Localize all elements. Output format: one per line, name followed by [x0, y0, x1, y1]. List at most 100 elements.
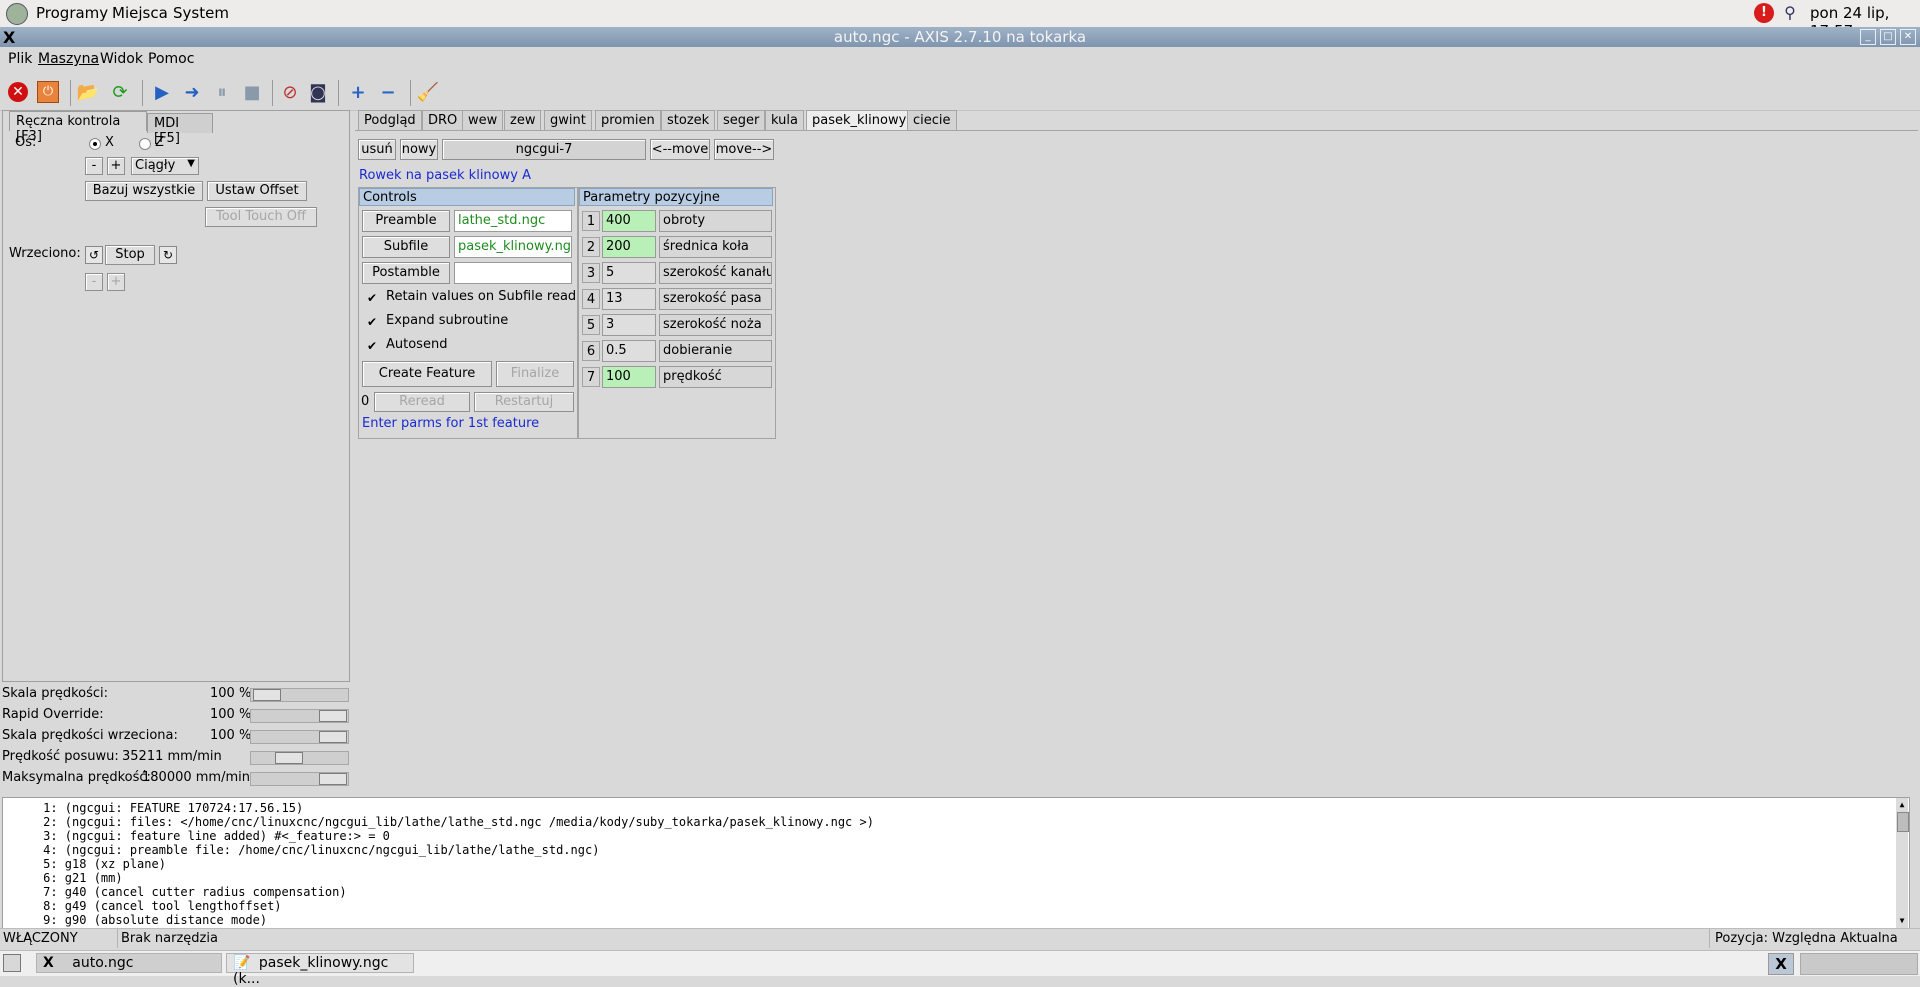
spindle-minus-button[interactable]: -	[85, 273, 103, 291]
reload-icon[interactable]: ⟳	[108, 80, 132, 104]
estop-icon[interactable]: ✕	[6, 80, 30, 104]
tab-kula[interactable]: kula	[765, 110, 804, 130]
expand-subroutine-checkbox[interactable]: ✔	[366, 316, 378, 328]
gcode-scroll-thumb[interactable]	[1897, 812, 1909, 832]
new-page-button[interactable]: nowy	[400, 139, 438, 160]
rapid-override-knob[interactable]	[319, 710, 347, 722]
gcode-line[interactable]: 9: g90 (absolute distance mode)	[7, 913, 267, 927]
tab-zew[interactable]: zew	[504, 110, 542, 130]
pause-icon[interactable]: ⏸	[210, 80, 234, 104]
minimize-icon[interactable]: _	[1860, 29, 1876, 45]
workspace-pager[interactable]	[1800, 953, 1918, 975]
gcode-listing[interactable]: 1: (ngcgui: FEATURE 170724:17.56.15) 2: …	[2, 797, 1910, 929]
menu-pomoc[interactable]: Pomoc	[148, 51, 194, 67]
menu-widok[interactable]: Widok	[100, 51, 143, 67]
maximize-icon[interactable]: □	[1880, 29, 1896, 45]
gcode-line[interactable]: 2: (ngcgui: files: </home/cnc/linuxcnc/n…	[7, 815, 874, 829]
set-offset-button[interactable]: Ustaw Offset	[207, 181, 307, 201]
param-value-input[interactable]: 100	[602, 366, 656, 388]
show-desktop-icon[interactable]	[3, 954, 21, 972]
gcode-line[interactable]: 4: (ngcgui: preamble file: /home/cnc/lin…	[7, 843, 599, 857]
network-icon[interactable]: ⚲	[1780, 3, 1800, 23]
param-value-input[interactable]: 3	[602, 314, 656, 336]
block-delete-icon[interactable]: ⊘	[278, 80, 302, 104]
spindle-override-slider[interactable]	[250, 730, 349, 744]
update-alert-icon[interactable]: !	[1754, 3, 1774, 23]
step-icon[interactable]: ➜	[180, 80, 204, 104]
postamble-input[interactable]	[454, 262, 572, 284]
preamble-input[interactable]: lathe_std.ngc	[454, 210, 572, 232]
close-icon[interactable]: ✕	[1900, 29, 1916, 45]
gcode-line[interactable]: 7: g40 (cancel cutter radius compensatio…	[7, 885, 346, 899]
retain-values-checkbox[interactable]: ✔	[366, 292, 378, 304]
home-all-button[interactable]: Bazuj wszystkie	[85, 181, 203, 201]
run-icon[interactable]: ▶	[150, 80, 174, 104]
zoom-in-icon[interactable]: +	[346, 80, 370, 104]
feed-override-slider[interactable]	[250, 688, 349, 702]
subfile-button[interactable]: Subfile	[362, 236, 450, 258]
subfile-input[interactable]: pasek_klinowy.ngc	[454, 236, 572, 258]
zoom-out-icon[interactable]: −	[376, 80, 400, 104]
tab-mdi[interactable]: MDI [F5]	[147, 113, 213, 146]
reread-button[interactable]: Reread	[374, 392, 470, 412]
open-file-icon[interactable]: 📂	[76, 80, 100, 104]
feed-override-knob[interactable]	[253, 689, 281, 701]
spindle-override-knob[interactable]	[319, 731, 347, 743]
jog-speed-slider[interactable]	[250, 751, 349, 765]
menu-maszyna[interactable]: Maszyna	[38, 51, 99, 67]
param-value-input[interactable]: 200	[602, 236, 656, 258]
gcode-line[interactable]: 8: g49 (cancel tool lengthoffset)	[7, 899, 281, 913]
remove-page-button[interactable]: usuń	[358, 139, 396, 160]
param-value-input[interactable]: 13	[602, 288, 656, 310]
gcode-line[interactable]: 5: g18 (xz plane)	[7, 857, 166, 871]
spindle-stop-button[interactable]: Stop	[105, 245, 155, 265]
clear-plot-icon[interactable]: 🧹	[416, 80, 440, 104]
max-velocity-knob[interactable]	[319, 773, 347, 785]
stop-icon[interactable]: ■	[240, 80, 264, 104]
param-value-input[interactable]: 0.5	[602, 340, 656, 362]
finalize-button[interactable]: Finalize	[496, 361, 574, 387]
spindle-plus-button[interactable]: +	[107, 273, 125, 291]
workspace-switcher-icon[interactable]: X	[1768, 953, 1794, 975]
window-titlebar[interactable]: X auto.ngc - AXIS 2.7.10 na tokarka _ □ …	[0, 27, 1920, 47]
preamble-button[interactable]: Preamble	[362, 210, 450, 232]
param-value-input[interactable]: 400	[602, 210, 656, 232]
param-value-input[interactable]: 5	[602, 262, 656, 284]
panel-menu-miejsca[interactable]: Miejsca	[112, 4, 168, 22]
scroll-up-icon[interactable]: ▲	[1897, 800, 1907, 809]
tab-gwint[interactable]: gwint	[544, 110, 592, 130]
optional-stop-icon[interactable]: ◙	[306, 80, 330, 104]
panel-menu-system[interactable]: System	[173, 4, 229, 22]
tab-stozek[interactable]: stozek	[661, 110, 716, 130]
spindle-cw-icon[interactable]: ↻	[159, 246, 177, 264]
tab-dro[interactable]: DRO	[422, 110, 464, 130]
gcode-scrollbar[interactable]: ▲ ▼	[1896, 798, 1909, 928]
tab-ciecie[interactable]: ciecie	[907, 110, 957, 130]
tab-wew[interactable]: wew	[462, 110, 504, 130]
postamble-button[interactable]: Postamble	[362, 262, 450, 284]
tab-manual-control[interactable]: Ręczna kontrola [F3]	[9, 111, 147, 144]
axis-z-radio[interactable]	[139, 138, 151, 150]
menu-plik[interactable]: Plik	[8, 51, 32, 67]
tab-podglad[interactable]: Podgląd	[358, 110, 422, 130]
gcode-line[interactable]: 1: (ngcgui: FEATURE 170724:17.56.15)	[7, 801, 303, 815]
gcode-line[interactable]: 6: g21 (mm)	[7, 871, 122, 885]
jog-speed-knob[interactable]	[275, 752, 303, 764]
tab-pasek-klinowy[interactable]: pasek_klinowy	[806, 110, 913, 130]
panel-menu-programy[interactable]: Programy	[36, 4, 108, 22]
jog-plus-button[interactable]: +	[107, 157, 125, 175]
distro-logo-icon[interactable]	[6, 3, 28, 25]
max-velocity-slider[interactable]	[250, 772, 349, 786]
create-feature-button[interactable]: Create Feature	[362, 361, 492, 387]
rapid-override-slider[interactable]	[250, 709, 349, 723]
axis-x-radio[interactable]	[89, 138, 101, 150]
gcode-line[interactable]: 3: (ngcgui: feature line added) #<_featu…	[7, 829, 390, 843]
taskbar-item-axis[interactable]: X auto.ngc	[36, 953, 222, 973]
autosend-checkbox[interactable]: ✔	[366, 340, 378, 352]
machine-power-icon[interactable]: ⏻	[36, 80, 60, 104]
move-right-button[interactable]: move-->	[714, 139, 774, 160]
jog-minus-button[interactable]: -	[85, 157, 103, 175]
jog-mode-select[interactable]: Ciągły ▼	[131, 157, 199, 175]
taskbar-item-editor[interactable]: 📝 pasek_klinowy.ngc (k...	[226, 953, 414, 987]
tab-promien[interactable]: promien	[595, 110, 661, 130]
